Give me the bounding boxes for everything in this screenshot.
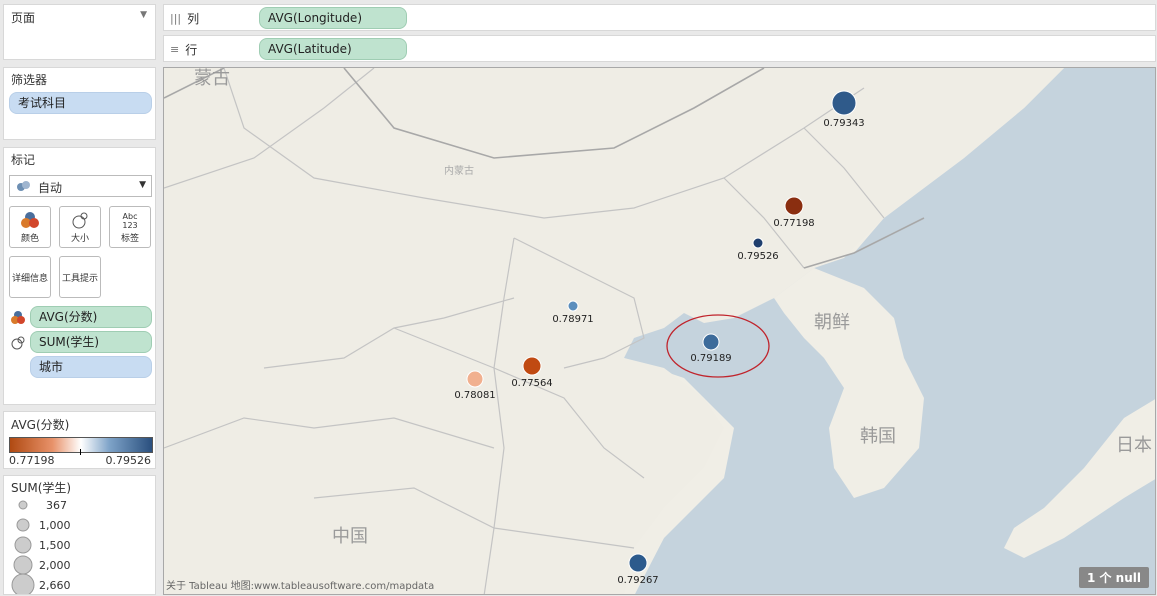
map-point[interactable]	[831, 90, 857, 116]
svg-text:123: 123	[122, 221, 137, 229]
map-point[interactable]	[522, 356, 542, 376]
rows-pill-latitude[interactable]: AVG(Latitude)	[259, 38, 407, 60]
map-point[interactable]	[628, 553, 648, 573]
size-legend-item: 1,000	[39, 519, 71, 532]
rows-label-text: 行	[185, 43, 198, 57]
size-legend-item: 2,660	[39, 579, 71, 592]
marks-field-avg-score[interactable]: AVG(分数)	[30, 306, 152, 328]
mark-type-label: 自动	[38, 181, 63, 195]
map-point-label: 0.77198	[773, 218, 814, 229]
size-legend-item: 367	[46, 499, 67, 512]
chevron-down-icon: ▼	[139, 180, 146, 190]
marks-field-city[interactable]: 城市	[30, 356, 152, 378]
color-legend-title: AVG(分数)	[11, 418, 70, 432]
map-point[interactable]	[784, 196, 804, 216]
pages-card[interactable]: 页面 ▼	[3, 4, 156, 60]
marks-card: 标记 自动 ▼ 颜色 大小 Abc 123 标签 详细信息 工具提示 AVG(分数…	[3, 147, 156, 405]
columns-pill-longitude[interactable]: AVG(Longitude)	[259, 7, 407, 29]
size-legend-item: 2,000	[39, 559, 71, 572]
map-point-label: 0.79526	[737, 251, 778, 262]
map-point-label: 0.77564	[511, 378, 552, 389]
color-ramp-marker	[80, 449, 81, 455]
place-label-inner-mongolia: 内蒙古	[444, 166, 474, 177]
label-button-label: 标签	[120, 234, 139, 244]
columns-icon: |||	[170, 12, 182, 25]
map-view[interactable]: 0.79343 0.77198 0.79526 0.78971 0.79189 0.775…	[163, 67, 1156, 595]
label-button[interactable]: Abc 123 标签	[109, 206, 151, 248]
tooltip-button[interactable]: 工具提示	[59, 256, 101, 298]
mark-type-icon	[16, 180, 32, 195]
map-point[interactable]	[466, 370, 484, 388]
color-icon	[21, 212, 39, 228]
svg-text:Abc: Abc	[123, 212, 138, 221]
map-point-label: 0.78081	[454, 390, 495, 401]
detail-button-label: 详细信息	[11, 274, 48, 284]
color-field-icon	[10, 310, 26, 327]
map-point-label: 0.79343	[823, 118, 864, 129]
detail-button[interactable]: 详细信息	[9, 256, 51, 298]
color-legend-max: 0.79526	[105, 454, 152, 467]
place-label-china: 中国	[332, 526, 368, 547]
map-basemap: 0.79343 0.77198 0.79526 0.78971 0.79189 0.775…	[164, 68, 1155, 594]
place-label-south-korea: 韩国	[860, 426, 896, 447]
color-legend-card: AVG(分数) 0.77198 0.79526	[3, 411, 156, 469]
place-label-japan: 日本	[1116, 435, 1152, 456]
label-icon: Abc123	[122, 212, 138, 229]
tooltip-button-label: 工具提示	[61, 274, 98, 284]
map-point[interactable]	[752, 237, 764, 249]
rows-shelf-label: ≡ 行	[170, 41, 197, 58]
size-icon	[72, 212, 88, 229]
color-legend-min: 0.77198	[9, 454, 55, 467]
rows-icon: ≡	[170, 43, 180, 56]
columns-label-text: 列	[187, 12, 200, 26]
place-label-north-korea: 朝鲜	[814, 312, 850, 333]
pages-dropdown-icon[interactable]: ▼	[140, 10, 147, 20]
map-point[interactable]	[702, 333, 720, 351]
size-button-label: 大小	[70, 234, 89, 244]
color-button-label: 颜色	[20, 234, 39, 244]
map-point-label: 0.79267	[617, 575, 658, 586]
null-indicator[interactable]: 1 个 null	[1078, 567, 1149, 588]
map-point[interactable]	[567, 300, 579, 312]
filters-title: 筛选器	[11, 73, 48, 87]
filters-card: 筛选器 考试科目	[3, 67, 156, 140]
map-point-label: 0.79189	[690, 353, 731, 364]
marks-title: 标记	[11, 153, 36, 167]
size-field-icon	[10, 336, 26, 353]
mark-type-select[interactable]: 自动 ▼	[9, 175, 152, 197]
pages-title: 页面	[11, 11, 36, 25]
columns-shelf-label: ||| 列	[170, 10, 199, 27]
size-legend-item: 1,500	[39, 539, 71, 552]
map-point-label: 0.78971	[552, 314, 593, 325]
filter-pill-subject[interactable]: 考试科目	[9, 92, 152, 114]
columns-shelf[interactable]: ||| 列 AVG(Longitude)	[163, 4, 1156, 31]
size-button[interactable]: 大小	[59, 206, 101, 248]
size-legend-card: SUM(学生) 367 1,000 1,500 2,000 2,660	[3, 475, 156, 595]
color-button[interactable]: 颜色	[9, 206, 51, 248]
color-ramp	[9, 437, 153, 453]
place-label-mongolia: 蒙古	[194, 68, 230, 89]
marks-field-sum-students[interactable]: SUM(学生)	[30, 331, 152, 353]
rows-shelf[interactable]: ≡ 行 AVG(Latitude)	[163, 35, 1156, 62]
map-attribution[interactable]: 关于 Tableau 地图:www.tableausoftware.com/ma…	[166, 577, 434, 592]
